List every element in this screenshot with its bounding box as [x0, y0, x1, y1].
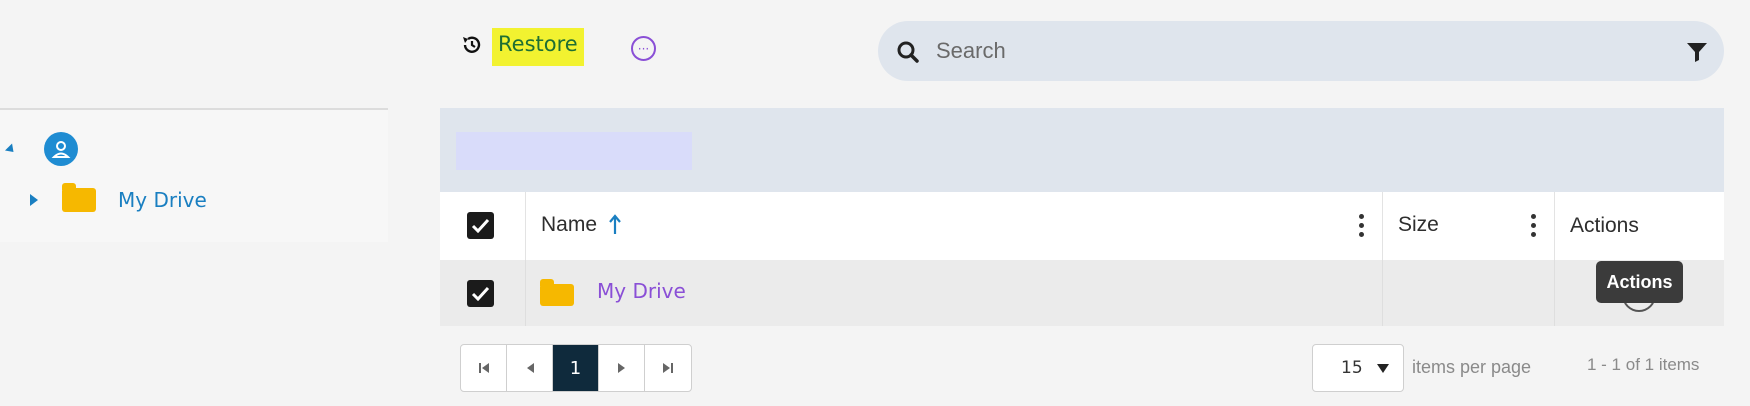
page-number-button[interactable]: 1 [553, 345, 599, 391]
previous-page-button[interactable] [507, 345, 553, 391]
search-bar [878, 21, 1724, 81]
column-header-name[interactable]: Name [541, 213, 597, 237]
table-row[interactable]: My Drive [440, 260, 1724, 326]
items-count: 1 - 1 of 1 items [1587, 355, 1700, 374]
name-column-menu-icon[interactable] [1358, 214, 1364, 237]
column-header-size[interactable]: Size [1398, 213, 1439, 237]
more-horizontal-icon[interactable]: ··· [631, 36, 656, 61]
group-panel [440, 108, 1724, 192]
tree-item-label: My Drive [118, 188, 207, 212]
pager: 1 [460, 344, 692, 392]
folder-icon [62, 183, 96, 212]
tree-collapse-icon[interactable] [4, 142, 18, 156]
history-icon [460, 33, 484, 61]
tree-item-my-drive[interactable]: My Drive [30, 183, 207, 212]
folder-tree: My Drive [0, 108, 388, 242]
page-size-select[interactable]: 15 [1312, 344, 1404, 392]
tree-root-row[interactable] [4, 132, 78, 166]
search-icon [896, 40, 920, 68]
column-header-actions: Actions [1570, 214, 1639, 237]
chevron-down-icon [1376, 358, 1389, 378]
row-name-link[interactable]: My Drive [597, 279, 686, 303]
last-page-button[interactable] [645, 345, 691, 391]
tree-expand-icon[interactable] [30, 194, 38, 206]
next-page-button[interactable] [599, 345, 645, 391]
actions-tooltip: Actions [1596, 261, 1683, 303]
user-icon [44, 132, 78, 166]
arrow-up-icon[interactable] [608, 214, 622, 240]
row-checkbox[interactable] [467, 280, 494, 307]
page-size-value: 15 [1341, 358, 1363, 378]
size-column-menu-icon[interactable] [1530, 214, 1536, 237]
select-all-checkbox[interactable] [467, 212, 494, 239]
filter-icon[interactable] [1686, 41, 1708, 67]
restore-label: Restore [492, 28, 584, 66]
first-page-button[interactable] [461, 345, 507, 391]
search-input[interactable] [936, 38, 1616, 64]
grid-header: Name Size Actions [440, 192, 1724, 260]
restore-button[interactable]: Restore [460, 28, 584, 66]
per-page-label: items per page [1412, 357, 1532, 377]
folder-icon [540, 279, 574, 306]
group-drop-area[interactable] [456, 132, 692, 170]
